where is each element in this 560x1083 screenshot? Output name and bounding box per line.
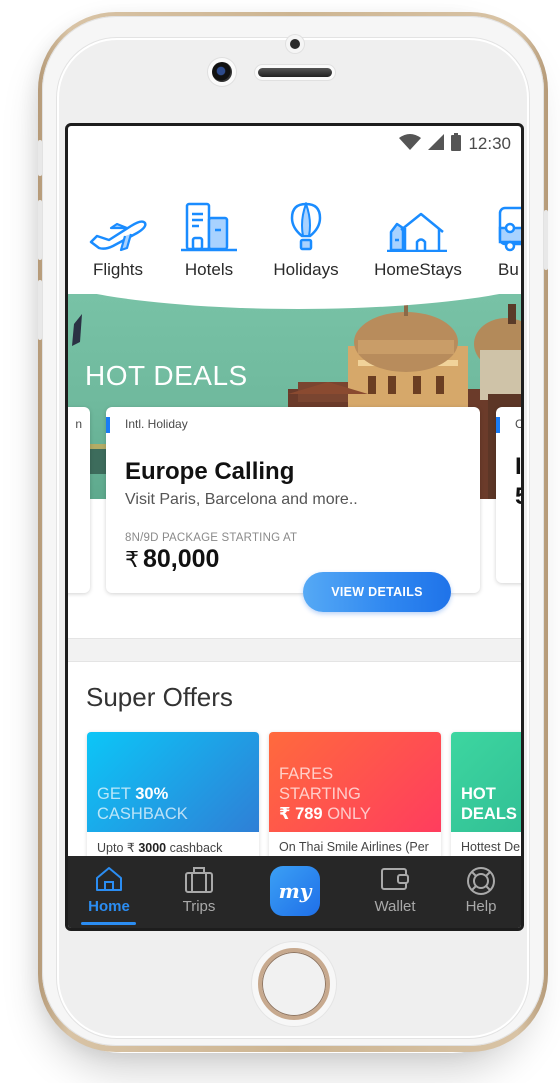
deal-subtitle: Visit Paris, Barcelona and more.. bbox=[125, 491, 358, 508]
deal-card-partial-right[interactable]: C I 5 bbox=[496, 407, 524, 583]
offer-headline: HOT DEALS bbox=[461, 784, 517, 824]
rupee-symbol: ₹ bbox=[125, 547, 139, 572]
category-bus[interactable]: Bu bbox=[498, 196, 521, 280]
deal-tag: Intl. Holiday bbox=[125, 417, 188, 431]
status-time: 12:30 bbox=[468, 134, 511, 153]
deal-accent-bar bbox=[496, 417, 500, 433]
bus-icon bbox=[498, 196, 521, 252]
nav-help[interactable]: Help bbox=[440, 856, 521, 928]
front-camera bbox=[212, 62, 232, 82]
deal-card-partial-left[interactable]: n bbox=[68, 407, 90, 593]
offer-banner: GET 30% CASHBACK bbox=[87, 732, 259, 832]
deal-price-value: 80,000 bbox=[143, 545, 220, 573]
nav-trips[interactable]: Trips bbox=[158, 856, 240, 928]
deal-card[interactable]: Intl. Holiday Europe Calling Visit Paris… bbox=[106, 407, 480, 593]
bottom-navigation: Home Trips my Wallet Help bbox=[68, 856, 521, 928]
offer-headline-text: STARTING bbox=[279, 785, 361, 803]
offer-headline-text: CASHBACK bbox=[97, 805, 188, 823]
deal-title: I bbox=[515, 453, 522, 480]
offer-card-fares[interactable]: FARES STARTING ₹ 789 ONLY On Thai Smile … bbox=[269, 732, 441, 872]
deal-package-label: 8N/9D PACKAGE STARTING AT bbox=[125, 532, 298, 544]
offer-banner: FARES STARTING ₹ 789 ONLY bbox=[269, 732, 441, 832]
category-hotels[interactable]: Hotels bbox=[174, 196, 244, 280]
nav-label: Home bbox=[88, 898, 130, 915]
deal-tag: C bbox=[515, 417, 524, 431]
category-row: Flights Hotels Holidays HomeStays Bu bbox=[68, 196, 521, 296]
airplane-icon bbox=[86, 196, 150, 252]
nav-label: Help bbox=[465, 898, 497, 915]
category-homestays[interactable]: HomeStays bbox=[372, 196, 464, 280]
offer-card-hot-deals[interactable]: HOT DEALS Hottest De bbox=[451, 732, 521, 872]
offer-headline: FARES STARTING ₹ 789 ONLY bbox=[279, 764, 371, 824]
wifi-icon bbox=[399, 133, 422, 155]
offer-desc-text: cashback bbox=[166, 841, 223, 855]
category-holidays[interactable]: Holidays bbox=[268, 196, 344, 280]
offer-banner: HOT DEALS bbox=[451, 732, 521, 832]
nav-wallet[interactable]: Wallet bbox=[354, 856, 436, 928]
earpiece-speaker bbox=[258, 68, 332, 77]
category-label: Holidays bbox=[273, 260, 339, 279]
lifebuoy-icon bbox=[466, 866, 496, 901]
briefcase-icon bbox=[184, 866, 214, 899]
nav-label: Wallet bbox=[374, 898, 416, 915]
makemytrip-logo-icon: my bbox=[278, 879, 312, 903]
offer-headline-highlight: DEALS bbox=[461, 805, 517, 823]
offer-description: On Thai Smile Airlines (Per bbox=[279, 840, 429, 854]
offer-headline: GET 30% CASHBACK bbox=[97, 784, 188, 824]
offer-desc-amount: 3000 bbox=[138, 841, 167, 855]
offer-headline-text: GET bbox=[97, 785, 136, 803]
offer-headline-text: FARES bbox=[279, 765, 334, 783]
power-button bbox=[544, 210, 548, 270]
offer-headline-highlight: ₹ 789 bbox=[279, 805, 323, 823]
offer-description: Upto ₹ 3000 cashback bbox=[87, 832, 259, 855]
app-screen: 12:30 Flights Hotels Holidays HomeStays … bbox=[65, 123, 524, 931]
signal-icon bbox=[428, 133, 445, 155]
category-label: HomeStays bbox=[374, 260, 462, 279]
proximity-sensor bbox=[290, 39, 300, 49]
home-icon bbox=[95, 866, 123, 897]
deal-accent-bar bbox=[106, 417, 110, 433]
nav-home[interactable]: Home bbox=[68, 856, 150, 928]
banner-title: HOT DEALS bbox=[85, 360, 248, 391]
offer-description: Hottest De bbox=[461, 840, 521, 854]
hotel-building-icon bbox=[174, 196, 244, 252]
category-label: Hotels bbox=[184, 260, 234, 279]
house-icon bbox=[372, 196, 464, 252]
status-bar: 12:30 bbox=[68, 126, 521, 162]
offer-headline-highlight: 30% bbox=[135, 785, 169, 803]
section-divider bbox=[68, 638, 521, 662]
makemytrip-logo-button[interactable]: my bbox=[270, 866, 320, 916]
view-details-button[interactable]: VIEW DETAILS bbox=[303, 572, 451, 612]
hot-air-balloon-icon bbox=[268, 196, 344, 252]
category-label: Bu bbox=[498, 260, 519, 279]
category-flights[interactable]: Flights bbox=[86, 196, 150, 280]
super-offers-title: Super Offers bbox=[86, 682, 233, 712]
offer-headline-highlight: HOT bbox=[461, 785, 496, 803]
wallet-icon bbox=[380, 866, 410, 897]
deal-price: ₹80,000 bbox=[125, 545, 219, 574]
home-button[interactable] bbox=[258, 948, 330, 1020]
nav-label: Trips bbox=[182, 898, 216, 915]
deal-tag: n bbox=[75, 417, 82, 431]
deal-subtitle: 5 bbox=[515, 483, 521, 511]
offer-card-cashback[interactable]: GET 30% CASHBACK Upto ₹ 3000 cashback bbox=[87, 732, 259, 872]
deal-title: Europe Calling bbox=[125, 458, 295, 485]
active-tab-indicator bbox=[81, 922, 136, 925]
category-label: Flights bbox=[92, 260, 144, 279]
offer-desc-text: Upto ₹ bbox=[97, 841, 139, 855]
battery-icon bbox=[451, 132, 462, 156]
offer-headline-text: ONLY bbox=[322, 805, 371, 823]
